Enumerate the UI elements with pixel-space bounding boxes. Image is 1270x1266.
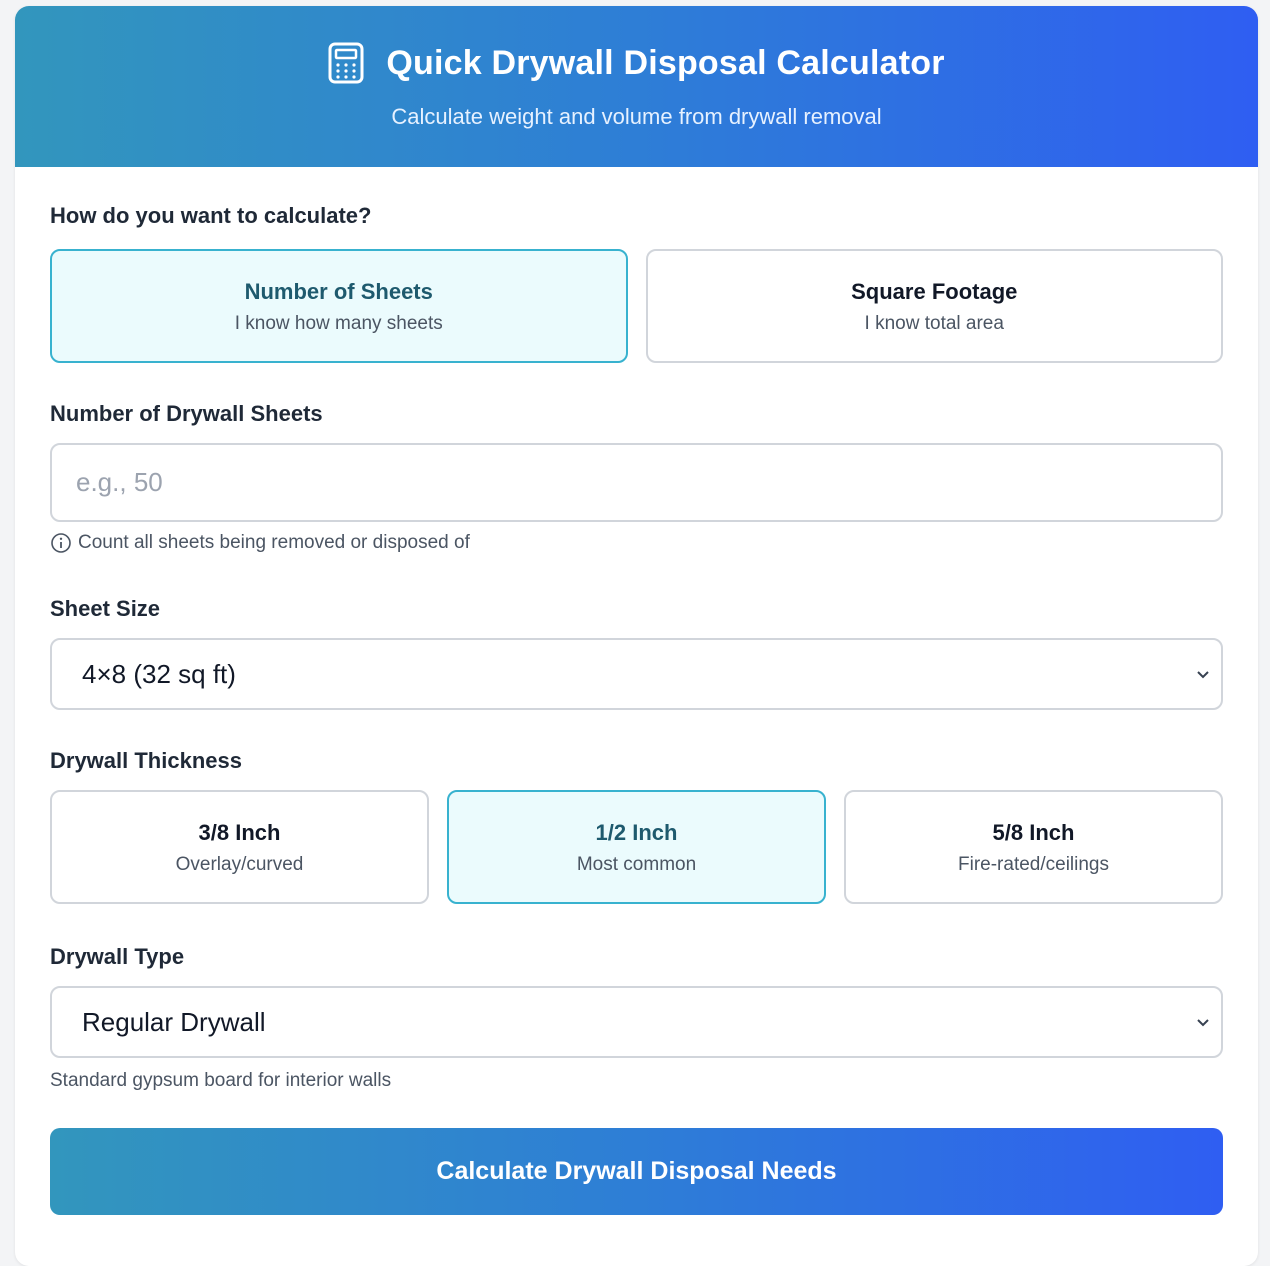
drywall-type-select[interactable]: Regular Drywall	[50, 986, 1223, 1058]
drywall-type-label: Drywall Type	[50, 944, 185, 969]
thickness-option-3-8[interactable]: 3/8 Inch Overlay/curved	[50, 790, 429, 904]
thickness-options: 3/8 Inch Overlay/curved 1/2 Inch Most co…	[50, 790, 1223, 904]
calculator-icon	[328, 42, 364, 84]
mode-question: How do you want to calculate?	[50, 203, 372, 228]
thickness-option-1-2[interactable]: 1/2 Inch Most common	[447, 790, 826, 904]
thickness-option-5-8[interactable]: 5/8 Inch Fire-rated/ceilings	[844, 790, 1223, 904]
sheets-input[interactable]	[50, 443, 1223, 522]
sheet-size-value: 4×8 (32 sq ft)	[82, 658, 236, 689]
sheet-size-select[interactable]: 4×8 (32 sq ft)	[50, 638, 1223, 710]
thickness-label: Drywall Thickness	[50, 748, 242, 773]
info-icon	[51, 533, 71, 553]
mode-option-sub: I know how many sheets	[234, 313, 443, 334]
chevron-down-icon	[1197, 671, 1209, 679]
page-subtitle: Calculate weight and volume from drywall…	[391, 104, 882, 129]
drywall-type-note: Standard gypsum board for interior walls	[50, 1070, 392, 1091]
thickness-option-title: 1/2 Inch	[595, 820, 678, 845]
page-title: Quick Drywall Disposal Calculator	[386, 43, 945, 82]
sheet-size-label: Sheet Size	[50, 596, 161, 621]
mode-option-title: Number of Sheets	[244, 279, 433, 304]
thickness-option-sub: Fire-rated/ceilings	[958, 854, 1109, 875]
mode-option-sub: I know total area	[864, 313, 1004, 334]
chevron-down-icon	[1197, 1019, 1209, 1027]
calculate-button[interactable]: Calculate Drywall Disposal Needs	[50, 1128, 1223, 1215]
sheets-hint: Count all sheets being removed or dispos…	[50, 532, 1223, 554]
sheets-hint-text: Count all sheets being removed or dispos…	[78, 532, 470, 553]
header: Quick Drywall Disposal Calculator Calcul…	[15, 6, 1258, 167]
thickness-option-title: 3/8 Inch	[198, 820, 281, 845]
calculator-card: Quick Drywall Disposal Calculator Calcul…	[15, 6, 1258, 1266]
thickness-option-sub: Most common	[576, 854, 697, 875]
title-row: Quick Drywall Disposal Calculator	[15, 42, 1258, 84]
mode-option-sheets[interactable]: Number of Sheets I know how many sheets	[50, 249, 628, 363]
drywall-type-value: Regular Drywall	[82, 1006, 266, 1037]
thickness-option-title: 5/8 Inch	[992, 820, 1075, 845]
mode-options: Number of Sheets I know how many sheets …	[50, 249, 1223, 363]
thickness-option-sub: Overlay/curved	[175, 854, 304, 875]
mode-option-title: Square Footage	[851, 279, 1018, 304]
form-body: How do you want to calculate? Number of …	[15, 167, 1258, 1215]
sheets-label: Number of Drywall Sheets	[50, 401, 323, 426]
mode-option-square-footage[interactable]: Square Footage I know total area	[645, 249, 1223, 363]
